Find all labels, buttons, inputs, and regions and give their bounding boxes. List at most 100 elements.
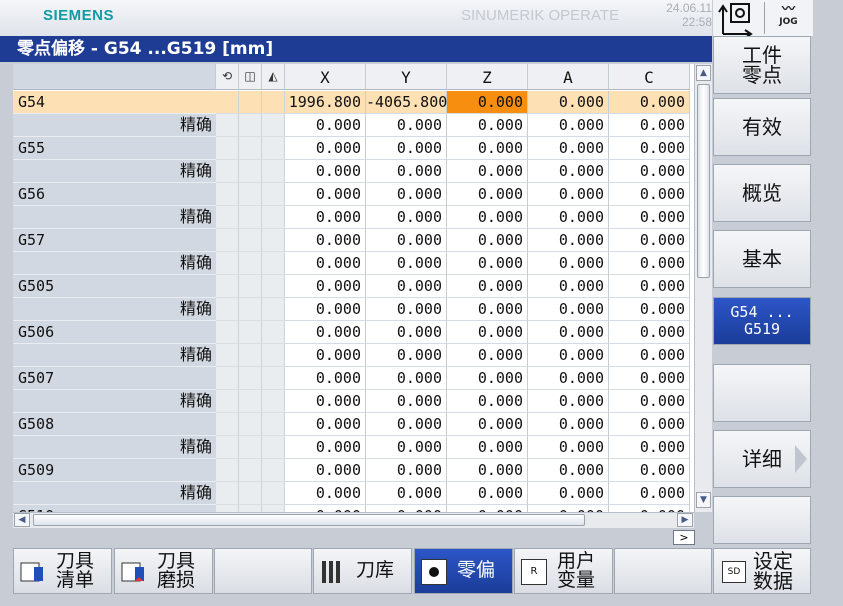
offset-value-cell[interactable]: 0.000	[609, 114, 690, 137]
transform-cell[interactable]	[216, 183, 239, 206]
transform-cell[interactable]	[216, 482, 239, 505]
offset-value-cell[interactable]: 0.000	[285, 275, 366, 298]
scroll-up-icon[interactable]: ▲	[696, 65, 711, 81]
transform-cell[interactable]	[239, 275, 262, 298]
offset-value-cell[interactable]: 1996.800	[285, 91, 366, 114]
right-softkey-4[interactable]: 基本	[713, 230, 811, 288]
offset-value-cell[interactable]: 0.000	[366, 275, 447, 298]
offset-value-cell[interactable]: 0.000	[366, 229, 447, 252]
table-row[interactable]: 精确 0.000 0.000 0.000 0.000 0.000	[13, 298, 694, 321]
offset-value-cell[interactable]: 0.000	[366, 505, 447, 512]
offset-value-cell[interactable]: 0.000	[609, 459, 690, 482]
table-row[interactable]: 精确 0.000 0.000 0.000 0.000 0.000	[13, 160, 694, 183]
right-softkey-6[interactable]	[713, 364, 811, 422]
table-row[interactable]: G57 0.000 0.000 0.000 0.000 0.000	[13, 229, 694, 252]
offset-value-cell[interactable]: 0.000	[609, 344, 690, 367]
transform-cell[interactable]	[216, 91, 239, 114]
offset-value-cell[interactable]: 0.000	[285, 229, 366, 252]
right-softkey-2[interactable]: 有效	[713, 98, 811, 156]
offset-value-cell[interactable]: 0.000	[285, 206, 366, 229]
transform-cell[interactable]	[216, 321, 239, 344]
offset-value-cell[interactable]: 0.000	[609, 298, 690, 321]
offset-value-cell[interactable]: 0.000	[609, 160, 690, 183]
offset-value-cell[interactable]: 0.000	[285, 390, 366, 413]
offset-value-cell[interactable]: 0.000	[366, 160, 447, 183]
offset-value-cell[interactable]: 0.000	[366, 367, 447, 390]
offset-value-cell[interactable]: 0.000	[366, 252, 447, 275]
offset-value-cell[interactable]: 0.000	[528, 459, 609, 482]
transform-cell[interactable]	[216, 229, 239, 252]
offset-value-cell[interactable]: 0.000	[366, 321, 447, 344]
offset-value-cell[interactable]: 0.000	[366, 137, 447, 160]
right-softkey-1[interactable]: 工件 零点	[713, 36, 811, 94]
horizontal-scroll-thumb[interactable]	[33, 514, 585, 526]
bottom-softkey-4[interactable]: 刀库	[313, 548, 412, 594]
right-softkey-9[interactable]: SD 设定 数据	[713, 548, 811, 594]
transform-cell[interactable]	[239, 367, 262, 390]
table-row[interactable]: 精确 0.000 0.000 0.000 0.000 0.000	[13, 344, 694, 367]
bottom-softkey-2[interactable]: 刀具 磨损	[114, 548, 213, 594]
transform-cell[interactable]	[262, 114, 285, 137]
transform-cell[interactable]	[262, 367, 285, 390]
right-softkey-5[interactable]: G54 ... G519	[713, 297, 811, 345]
offset-value-cell[interactable]: 0.000	[609, 367, 690, 390]
right-softkey-8[interactable]	[713, 496, 811, 544]
offset-value-cell[interactable]: 0.000	[447, 183, 528, 206]
table-row[interactable]: G508 0.000 0.000 0.000 0.000 0.000	[13, 413, 694, 436]
offset-value-cell[interactable]: 0.000	[528, 252, 609, 275]
transform-cell[interactable]	[216, 459, 239, 482]
offset-value-cell[interactable]: 0.000	[609, 505, 690, 512]
offset-value-cell[interactable]: 0.000	[447, 436, 528, 459]
transform-cell[interactable]	[239, 137, 262, 160]
offset-value-cell[interactable]: 0.000	[285, 482, 366, 505]
bottom-softkey-7[interactable]	[614, 548, 712, 594]
transform-cell[interactable]	[262, 229, 285, 252]
scroll-right-icon[interactable]: ▶	[677, 513, 693, 527]
offset-value-cell[interactable]: 0.000	[285, 252, 366, 275]
offset-value-cell[interactable]: 0.000	[609, 413, 690, 436]
offset-value-cell[interactable]: 0.000	[528, 91, 609, 114]
offset-value-cell[interactable]: 0.000	[609, 229, 690, 252]
table-row[interactable]: G5100.0000.0000.0000.0000.000	[13, 505, 694, 512]
bottom-softkey-3[interactable]	[214, 548, 312, 594]
offset-value-cell[interactable]: 0.000	[609, 252, 690, 275]
offset-value-cell[interactable]: 0.000	[609, 183, 690, 206]
table-row[interactable]: 精确 0.000 0.000 0.000 0.000 0.000	[13, 436, 694, 459]
offset-value-cell[interactable]: 0.000	[447, 482, 528, 505]
offset-value-cell[interactable]: 0.000	[528, 114, 609, 137]
offset-value-cell[interactable]: 0.000	[285, 459, 366, 482]
transform-cell[interactable]	[216, 206, 239, 229]
transform-cell[interactable]	[239, 459, 262, 482]
transform-cell[interactable]	[216, 114, 239, 137]
transform-cell[interactable]	[239, 91, 262, 114]
offset-value-cell[interactable]: 0.000	[366, 436, 447, 459]
transform-cell[interactable]	[216, 160, 239, 183]
right-softkey-3[interactable]: 概览	[713, 164, 811, 222]
offset-value-cell[interactable]: 0.000	[447, 367, 528, 390]
transform-cell[interactable]	[239, 160, 262, 183]
offset-value-cell[interactable]: 0.000	[528, 275, 609, 298]
offset-value-cell[interactable]: 0.000	[528, 482, 609, 505]
table-row[interactable]: 精确 0.000 0.000 0.000 0.000 0.000	[13, 482, 694, 505]
transform-cell[interactable]	[262, 252, 285, 275]
next-page-icon[interactable]: >	[673, 530, 695, 545]
transform-cell[interactable]	[216, 505, 239, 512]
offset-value-cell[interactable]: 0.000	[366, 482, 447, 505]
offset-value-cell[interactable]: 0.000	[366, 344, 447, 367]
offset-value-cell[interactable]: 0.000	[609, 436, 690, 459]
table-row[interactable]: 精确 0.000 0.000 0.000 0.000 0.000	[13, 206, 694, 229]
offset-value-cell[interactable]: 0.000	[447, 252, 528, 275]
transform-cell[interactable]	[239, 206, 262, 229]
offset-value-cell[interactable]: 0.000	[447, 160, 528, 183]
transform-cell[interactable]	[216, 344, 239, 367]
table-row[interactable]: G506 0.000 0.000 0.000 0.000 0.000	[13, 321, 694, 344]
offset-value-cell[interactable]: 0.000	[366, 390, 447, 413]
transform-cell[interactable]	[262, 183, 285, 206]
offset-value-cell[interactable]: 0.000	[528, 183, 609, 206]
table-row[interactable]: G55 0.000 0.000 0.000 0.000 0.000	[13, 137, 694, 160]
transform-cell[interactable]	[239, 505, 262, 512]
offset-value-cell[interactable]: 0.000	[447, 137, 528, 160]
offset-value-cell[interactable]: 0.000	[528, 344, 609, 367]
table-row[interactable]: G54 1996.800 -4065.800 0.000 0.000 0.000	[13, 91, 694, 114]
table-row[interactable]: 精确 0.000 0.000 0.000 0.000 0.000	[13, 114, 694, 137]
